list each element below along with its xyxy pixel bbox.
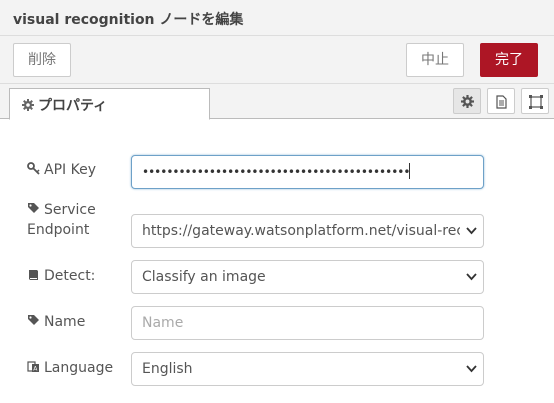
book-icon (27, 267, 40, 280)
cancel-button[interactable]: 中止 (406, 43, 464, 77)
done-button[interactable]: 完了 (480, 43, 538, 77)
gear-icon (461, 95, 474, 108)
dialog-toolbar: 削除 中止 完了 (0, 36, 554, 84)
language-icon: A (27, 359, 40, 373)
tabs-bar: プロパティ (0, 84, 554, 120)
delete-button[interactable]: 削除 (13, 43, 71, 77)
language-value: English (142, 361, 193, 377)
text-cursor (409, 163, 411, 179)
name-label-wrap: Name (27, 312, 85, 332)
chevron-down-icon (466, 273, 477, 281)
name-input[interactable]: Name (131, 306, 484, 340)
api-key-label-wrap: API Key (27, 160, 96, 180)
language-label: Language (44, 360, 114, 376)
api-key-input[interactable]: ••••••••••••••••••••••••••••••••••••••••… (131, 155, 484, 189)
description-icon (496, 95, 507, 109)
api-key-value: ••••••••••••••••••••••••••••••••••••••••… (142, 165, 410, 179)
service-endpoint-value: https://gateway.watsonplatform.net/visua… (142, 223, 460, 239)
gear-icon (22, 99, 34, 111)
tab-properties[interactable]: プロパティ (9, 88, 210, 120)
key-icon (27, 161, 40, 175)
service-endpoint-select[interactable]: https://gateway.watsonplatform.net/visua… (131, 214, 484, 248)
detect-label: Detect: (44, 268, 96, 284)
detect-value: Classify an image (142, 269, 266, 285)
tag-icon (27, 313, 40, 326)
tab-settings[interactable] (453, 88, 481, 114)
tab-description[interactable] (487, 88, 515, 114)
appearance-icon (529, 95, 543, 109)
tag-icon (27, 201, 40, 214)
service-endpoint-label-wrap: Service Endpoint (27, 200, 96, 240)
tab-properties-label: プロパティ (38, 98, 108, 114)
service-endpoint-label-line2: Endpoint (27, 222, 90, 238)
dialog-title: visual recognition ノードを編集 (0, 0, 554, 36)
tab-appearance[interactable] (521, 88, 549, 114)
chevron-down-icon (466, 227, 477, 235)
detect-select[interactable]: Classify an image (131, 260, 484, 294)
service-endpoint-label-line1: Service (44, 202, 96, 218)
name-placeholder: Name (142, 315, 184, 331)
language-select[interactable]: English (131, 352, 484, 386)
chevron-down-icon (466, 365, 477, 373)
name-label: Name (44, 314, 86, 330)
language-label-wrap: A Language (27, 358, 113, 378)
api-key-label: API Key (44, 162, 96, 178)
detect-label-wrap: Detect: (27, 266, 95, 286)
